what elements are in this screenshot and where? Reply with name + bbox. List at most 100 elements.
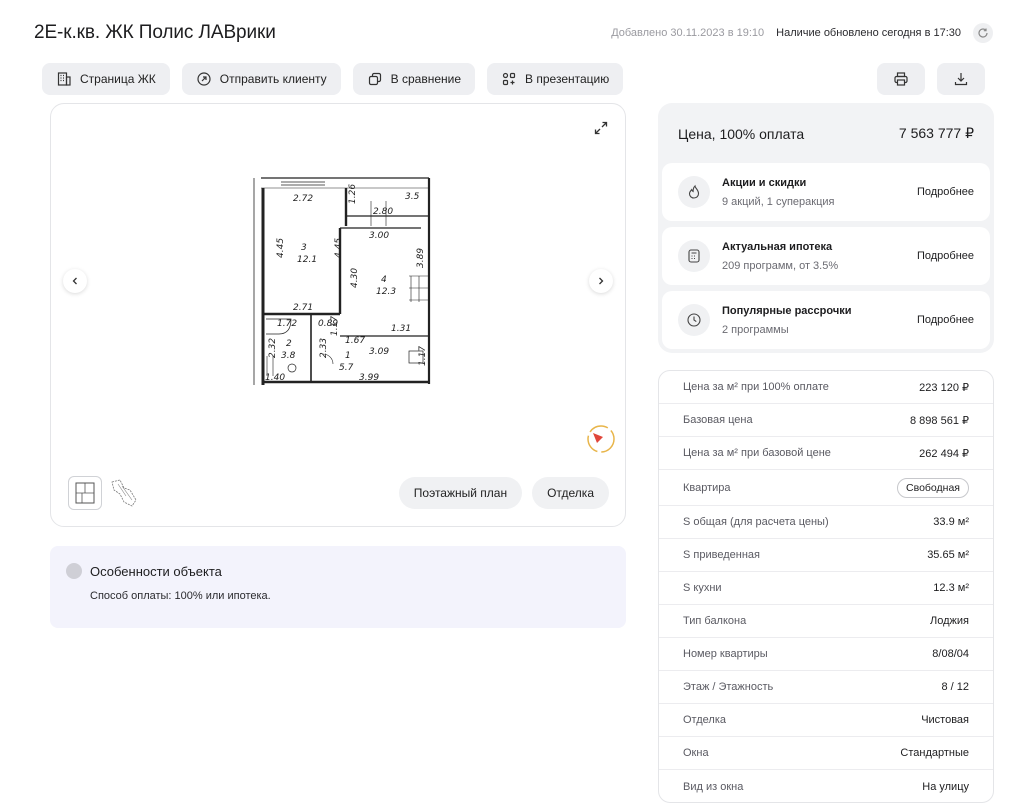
offer-title: Акции и скидки [722,176,807,189]
presentation-button[interactable]: В презентацию [487,63,624,95]
detail-label: Этаж / Этажность [683,681,774,693]
page-header: 2Е-к.кв. ЖК Полис ЛАВрики Добавлено 30.1… [34,20,993,46]
apartment-floor-plan: 2.72 3.5 1.26 2.80 3.00 4.45 3 12.1 4.45… [253,177,431,385]
compare-label: В сравнение [390,72,462,86]
offer-subtitle: 9 акций, 1 суперакция [722,195,835,208]
plan-dim-text: 1.17 [330,316,340,336]
detail-value: Чистовая [921,714,969,726]
clock-icon [678,304,710,336]
plan-room-area: 3.8 [281,351,296,361]
plan-dim-text: 4.30 [350,268,360,288]
fire-icon [678,176,710,208]
plan-dim-text: 3.99 [359,373,379,383]
page-title: 2Е-к.кв. ЖК Полис ЛАВрики [34,22,276,43]
detail-value: 33.9 м² [933,516,969,528]
plan-room-number: 1 [345,351,351,361]
complex-page-button[interactable]: Страница ЖК [42,63,170,95]
detail-value: 8 898 561 ₽ [910,414,969,427]
chevron-left-icon [72,277,77,285]
plan-dim-text: 2.72 [293,194,313,204]
detail-row: S кухни 12.3 м² [659,572,993,605]
plan-dim-text: 3.5 [405,192,420,202]
offer-details-link[interactable]: Подробнее [917,186,974,198]
detail-label: S общая (для расчета цены) [683,516,829,528]
detail-row: Отделка Чистовая [659,704,993,737]
detail-label: Окна [683,747,709,759]
detail-value: На улицу [922,780,969,793]
expand-icon [594,121,608,135]
installments-offer[interactable]: Популярные рассрочки 2 программы Подробн… [662,291,990,349]
offer-details-link[interactable]: Подробнее [917,250,974,262]
plan-room-number: 2 [286,339,292,349]
plan-dim-text: 2.71 [293,303,313,313]
plan-dim-text: 3.09 [369,347,389,357]
download-icon [954,73,968,86]
detail-row: Цена за м² при базовой цене 262 494 ₽ [659,437,993,470]
print-button[interactable] [877,63,925,95]
plan-dim-text: 1.31 [391,324,411,334]
refresh-icon[interactable] [973,23,993,43]
detail-row: Номер квартиры 8/08/04 [659,638,993,671]
chevron-right-icon [599,277,604,285]
copy-icon [368,72,381,86]
detail-label: Отделка [683,714,726,726]
detail-value: 262 494 ₽ [919,447,969,460]
download-button[interactable] [937,63,985,95]
apartment-details: Цена за м² при 100% оплате 223 120 ₽ Базо… [658,370,994,803]
plan-dim-text: 1.40 [265,373,285,383]
detail-label: Квартира [683,481,731,494]
detail-value: 35.65 м² [927,549,969,561]
plan-dim-text: 2.80 [373,207,393,217]
detail-value: Лоджия [930,615,969,627]
price-label: Цена, 100% оплата [678,125,805,142]
plan-dim-text: 1.26 [348,184,358,204]
offer-details-link[interactable]: Подробнее [917,314,974,326]
offer-subtitle: 209 программ, от 3.5% [722,259,839,272]
detail-label: Базовая цена [683,414,753,426]
detail-row: S общая (для расчета цены) 33.9 м² [659,506,993,539]
building-icon [57,72,71,86]
compass-icon [587,425,615,453]
status-badge: Свободная [897,477,969,498]
detail-value: Стандартные [900,747,969,759]
floor-plan-viewer: 2.72 3.5 1.26 2.80 3.00 4.45 3 12.1 4.45… [50,103,626,527]
plan-dim-text: 3.00 [369,231,389,241]
price-card: Цена, 100% оплата 7 563 777 ₽ Акции и ск… [658,103,994,353]
offer-title: Популярные рассрочки [722,304,852,317]
plan-dim-text: 2.32 [268,338,278,358]
compare-button[interactable]: В сравнение [352,63,476,95]
share-arrow-icon [197,72,211,86]
toolbar: Страница ЖК Отправить клиенту В сравнени… [42,63,985,95]
offer-subtitle: 2 программы [722,323,789,336]
added-date: Добавлено 30.11.2023 в 19:10 [611,27,765,39]
presentation-label: В презентацию [525,72,610,86]
detail-value: 223 120 ₽ [919,381,969,394]
info-icon [66,563,82,579]
finish-button[interactable]: Отделка [532,477,609,509]
complex-page-label: Страница ЖК [80,72,156,86]
detail-value: 12.3 м² [933,582,969,594]
detail-value: 8/08/04 [932,648,969,660]
detail-label: Цена за м² при 100% оплате [683,381,829,393]
detail-value: 8 / 12 [941,681,969,693]
send-client-button[interactable]: Отправить клиенту [181,63,341,95]
plan-room-number: 3 [301,243,307,253]
mortgage-offer[interactable]: Актуальная ипотека 209 программ, от 3.5%… [662,227,990,285]
plan-dim-text: 1.17 [418,346,428,366]
detail-row: Этаж / Этажность 8 / 12 [659,671,993,704]
promotions-offer[interactable]: Акции и скидки 9 акций, 1 суперакция Под… [662,163,990,221]
plan-thumbnail[interactable] [68,476,102,510]
grid-add-icon [502,72,516,86]
plan-room-number: 4 [381,275,387,285]
detail-label: S кухни [683,582,722,594]
next-image-button[interactable] [589,269,613,293]
previous-image-button[interactable] [63,269,87,293]
expand-button[interactable] [589,116,613,140]
floor-plan-button[interactable]: Поэтажный план [398,477,523,509]
send-client-label: Отправить клиенту [219,72,327,86]
plan-dim-text: 2.33 [319,338,329,358]
features-title: Особенности объекта [90,564,222,579]
detail-label: Вид из окна [683,780,744,793]
floor-thumbnail[interactable] [108,476,142,510]
printer-icon [894,72,908,86]
